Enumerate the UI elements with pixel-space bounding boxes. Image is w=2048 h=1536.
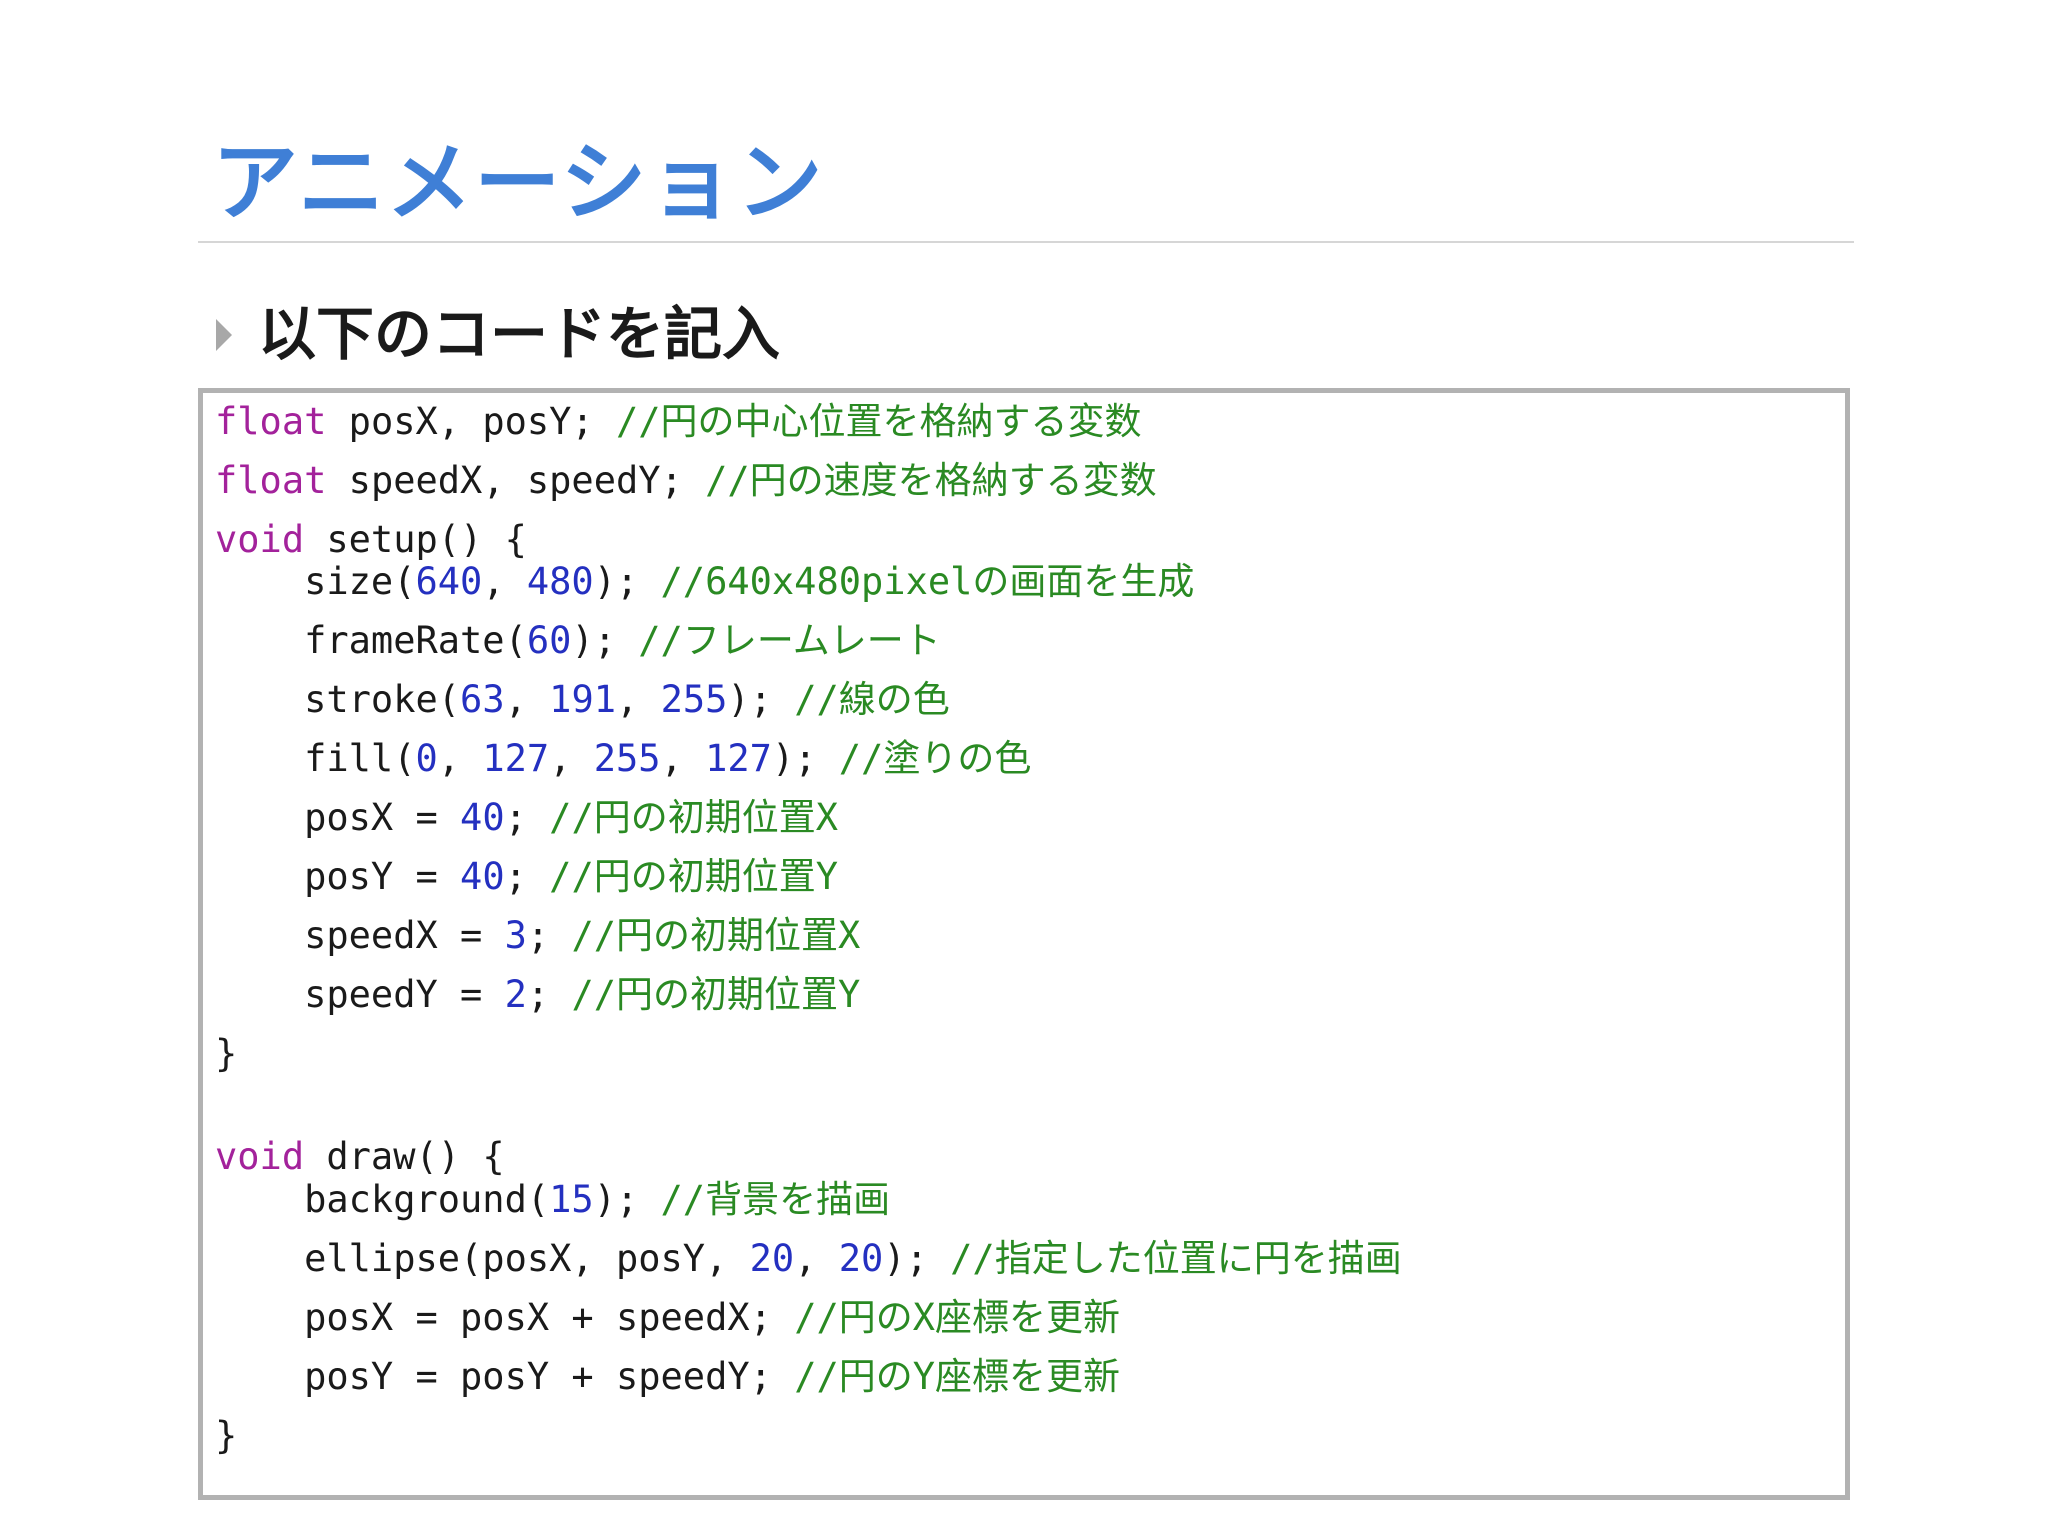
code-line: posY = 40; //円の初期位置Y [215, 855, 838, 899]
code-line: speedY = 2; //円の初期位置Y [215, 973, 860, 1017]
code-text: draw() { [304, 1135, 505, 1178]
code-keyword: void [215, 1135, 305, 1178]
code-text: ; [504, 796, 550, 839]
code-comment: //円のX座標を更新 [794, 1296, 1121, 1339]
code-number: 20 [838, 1237, 884, 1280]
code-text: posY = [215, 855, 461, 898]
code-text: size( [215, 560, 416, 603]
code-text: frameRate( [215, 619, 527, 662]
code-number: 40 [460, 855, 505, 898]
code-text: ); [883, 1237, 951, 1280]
code-text: } [215, 1032, 238, 1075]
code-number: 127 [482, 737, 550, 780]
code-line: posY = posY + speedY; //円のY座標を更新 [215, 1355, 1120, 1399]
code-line: ellipse(posX, posY, 20, 20); //指定した位置に円を… [215, 1237, 1402, 1281]
code-number: 2 [504, 973, 527, 1016]
code-line: } [215, 1032, 237, 1076]
code-number: 15 [549, 1178, 594, 1221]
code-number: 3 [504, 914, 527, 957]
code-number: 127 [705, 737, 772, 780]
code-line: posX = 40; //円の初期位置X [215, 796, 838, 840]
code-text: posX = [215, 796, 461, 839]
code-number: 60 [526, 619, 572, 662]
code-number: 255 [660, 678, 728, 721]
code-comment: //背景を描画 [660, 1178, 891, 1221]
code-line: size(640, 480); //640x480pixelの画面を生成 [215, 560, 1194, 604]
code-comment: //円の初期位置X [571, 914, 861, 957]
code-text: , [616, 678, 661, 721]
code-number: 255 [593, 737, 661, 780]
code-number: 480 [526, 560, 594, 603]
code-line: } [215, 1414, 237, 1458]
code-text: posX, posY; [326, 400, 616, 443]
code-keyword: float [215, 400, 327, 443]
code-text: fill( [215, 737, 416, 780]
code-line: void setup() { [215, 518, 527, 562]
code-text: , [549, 737, 594, 780]
code-text: speedX, speedY; [326, 459, 706, 502]
code-keyword: float [215, 459, 327, 502]
code-text: posX = posX + speedX; [215, 1296, 795, 1339]
code-keyword: void [215, 518, 305, 561]
title-divider [198, 241, 1854, 243]
code-text: posY = posY + speedY; [215, 1355, 795, 1398]
code-text: ); [727, 678, 795, 721]
code-comment: //640x480pixelの画面を生成 [660, 560, 1195, 603]
code-line: background(15); //背景を描画 [215, 1178, 890, 1222]
code-line: float posX, posY; //円の中心位置を格納する変数 [215, 400, 1142, 444]
code-text: ; [526, 914, 572, 957]
bullet-text: 以下のコードを記入 [258, 300, 781, 368]
code-text: background( [215, 1178, 550, 1221]
code-text: , [482, 560, 527, 603]
code-line: stroke(63, 191, 255); //線の色 [215, 678, 950, 722]
code-comment: //円の初期位置Y [549, 855, 838, 898]
code-comment: //塗りの色 [838, 737, 1032, 780]
code-comment: //円のY座標を更新 [794, 1355, 1121, 1398]
code-text: , [437, 737, 483, 780]
code-number: 20 [749, 1237, 795, 1280]
code-comment: //円の速度を格納する変数 [705, 459, 1157, 502]
code-text: ); [593, 1178, 661, 1221]
code-text: stroke( [215, 678, 461, 721]
code-number: 0 [415, 737, 438, 780]
code-text: } [215, 1414, 238, 1457]
triangle-bullet-icon [216, 318, 232, 351]
slide: アニメーション 以下のコードを記入 float posX, posY; //円の… [0, 0, 2048, 1536]
slide-title: アニメーション [212, 133, 825, 233]
code-number: 63 [460, 678, 505, 721]
code-text: speedY = [215, 973, 505, 1016]
code-line: speedX = 3; //円の初期位置X [215, 914, 860, 958]
code-text: ); [771, 737, 839, 780]
code-text: ); [571, 619, 639, 662]
code-text: ellipse(posX, posY, [215, 1237, 750, 1280]
code-comment: //指定した位置に円を描画 [950, 1237, 1402, 1280]
code-line: float speedX, speedY; //円の速度を格納する変数 [215, 459, 1157, 503]
bullet-item: 以下のコードを記入 [216, 300, 780, 370]
code-comment: //円の初期位置X [549, 796, 838, 839]
code-comment: //線の色 [794, 678, 950, 721]
code-comment: //フレームレート [638, 619, 941, 662]
code-text: , [504, 678, 550, 721]
code-number: 40 [460, 796, 505, 839]
code-text: speedX = [215, 914, 505, 957]
code-text: setup() { [304, 518, 527, 561]
code-line: fill(0, 127, 255, 127); //塗りの色 [215, 737, 1031, 781]
code-number: 640 [415, 560, 483, 603]
code-line: posX = posX + speedX; //円のX座標を更新 [215, 1296, 1120, 1340]
code-comment: //円の初期位置Y [571, 973, 861, 1016]
code-line: void draw() { [215, 1135, 505, 1179]
code-number: 191 [549, 678, 616, 721]
code-text: ; [504, 855, 550, 898]
code-line: frameRate(60); //フレームレート [215, 619, 941, 663]
code-text: , [794, 1237, 839, 1280]
code-text: ); [593, 560, 661, 603]
code-text: ; [526, 973, 572, 1016]
code-text: , [660, 737, 706, 780]
code-comment: //円の中心位置を格納する変数 [615, 400, 1142, 443]
